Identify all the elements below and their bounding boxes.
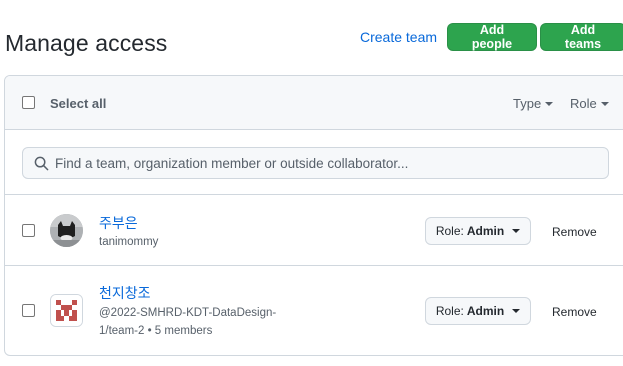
type-filter-dropdown[interactable]: Type (513, 96, 554, 111)
list-item: 주부은 tanimommy Role: Admin Remove (5, 195, 623, 265)
team-name-link[interactable]: 천지창조 (99, 283, 151, 303)
role-filter-label: Role (570, 96, 597, 111)
remove-button[interactable]: Remove (552, 305, 597, 319)
search-icon (34, 156, 49, 171)
list-header: Select all Type Role (5, 76, 623, 130)
team-identicon[interactable] (50, 294, 83, 327)
member-name-link[interactable]: 주부은 (99, 213, 138, 233)
select-all-checkbox[interactable] (22, 96, 35, 109)
type-filter-label: Type (513, 96, 542, 111)
add-people-button[interactable]: Add people (447, 23, 537, 51)
row-checkbox[interactable] (22, 224, 35, 237)
role-value: Admin (466, 224, 505, 238)
chevron-down-icon (600, 102, 609, 106)
row-checkbox[interactable] (22, 304, 35, 317)
team-path-members: 1/team-2 • 5 members (99, 325, 213, 337)
role-value: Admin (466, 304, 505, 318)
page-title: Manage access (5, 30, 168, 56)
team-path: @2022-SMHRD-KDT-DataDesign- (99, 307, 277, 319)
chevron-down-icon (512, 309, 521, 313)
role-prefix: Role: (435, 224, 464, 238)
role-dropdown[interactable]: Role: Admin (425, 217, 531, 245)
create-team-link[interactable]: Create team (360, 29, 437, 45)
chevron-down-icon (512, 229, 521, 233)
role-filter-dropdown[interactable]: Role (570, 96, 609, 111)
search-input[interactable] (55, 148, 595, 178)
search-box (22, 147, 609, 179)
access-list-panel: Select all Type Role Find a team, organi… (4, 75, 623, 356)
remove-button[interactable]: Remove (552, 225, 597, 239)
add-teams-button[interactable]: Add teams (540, 23, 623, 51)
select-all-label: Select all (50, 96, 107, 111)
chevron-down-icon (545, 102, 554, 106)
role-prefix: Role: (435, 304, 464, 318)
list-item: 천지창조 @2022-SMHRD-KDT-DataDesign- 1/team-… (5, 266, 623, 355)
member-username: tanimommy (99, 236, 159, 248)
user-avatar[interactable] (50, 214, 83, 247)
role-dropdown[interactable]: Role: Admin (425, 297, 531, 325)
